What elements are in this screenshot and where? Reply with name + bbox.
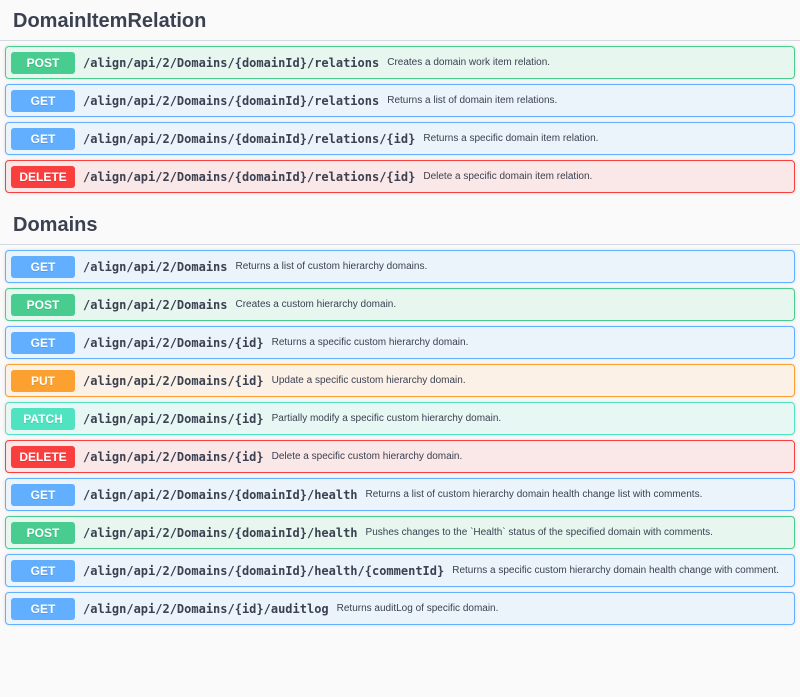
method-badge: POST — [11, 293, 75, 316]
method-badge: GET — [11, 127, 75, 150]
operation-row[interactable]: POST /align/api/2/Domains Creates a cust… — [5, 288, 795, 321]
operation-description: Pushes changes to the `Health` status of… — [365, 527, 713, 538]
operation-path: /align/api/2/Domains/{id} — [83, 373, 264, 388]
operation-row[interactable]: PUT /align/api/2/Domains/{id} Update a s… — [5, 364, 795, 397]
operation-path: /align/api/2/Domains/{domainId}/relation… — [83, 169, 416, 184]
operation-row[interactable]: GET /align/api/2/Domains Returns a list … — [5, 250, 795, 283]
method-badge: GET — [11, 331, 75, 354]
operation-row[interactable]: POST /align/api/2/Domains/{domainId}/hea… — [5, 516, 795, 549]
operation-path: /align/api/2/Domains/{domainId}/health — [83, 487, 358, 502]
operation-row[interactable]: GET /align/api/2/Domains/{domainId}/rela… — [5, 122, 795, 155]
operation-description: Creates a custom hierarchy domain. — [235, 299, 397, 310]
operation-path: /align/api/2/Domains/{domainId}/health — [83, 525, 358, 540]
operation-row[interactable]: GET /align/api/2/Domains/{domainId}/heal… — [5, 554, 795, 587]
operation-description: Delete a specific custom hierarchy domai… — [271, 451, 463, 462]
operation-row[interactable]: DELETE /align/api/2/Domains/{domainId}/r… — [5, 160, 795, 193]
method-badge: POST — [11, 51, 75, 74]
operation-row[interactable]: GET /align/api/2/Domains/{domainId}/heal… — [5, 478, 795, 511]
operation-path: /align/api/2/Domains — [83, 259, 228, 274]
method-badge: DELETE — [11, 445, 75, 468]
operation-description: Delete a specific domain item relation. — [423, 171, 593, 182]
operation-description: Returns a list of domain item relations. — [387, 95, 558, 106]
operation-description: Creates a domain work item relation. — [387, 57, 551, 68]
operation-path: /align/api/2/Domains/{id} — [83, 411, 264, 426]
operation-description: Update a specific custom hierarchy domai… — [271, 375, 466, 386]
operation-description: Returns auditLog of specific domain. — [336, 603, 499, 614]
operation-path: /align/api/2/Domains/{domainId}/relation… — [83, 131, 416, 146]
method-badge: POST — [11, 521, 75, 544]
operation-row[interactable]: GET /align/api/2/Domains/{domainId}/rela… — [5, 84, 795, 117]
operation-description: Returns a list of custom hierarchy domai… — [235, 261, 428, 272]
operation-path: /align/api/2/Domains/{domainId}/relation… — [83, 93, 380, 108]
section-header-domainitemrelation[interactable]: DomainItemRelation — [0, 3, 800, 41]
method-badge: DELETE — [11, 165, 75, 188]
operation-description: Returns a list of custom hierarchy domai… — [365, 489, 703, 500]
method-badge: PUT — [11, 369, 75, 392]
operation-path: /align/api/2/Domains — [83, 297, 228, 312]
operation-row[interactable]: GET /align/api/2/Domains/{id} Returns a … — [5, 326, 795, 359]
operation-description: Returns a specific custom hierarchy doma… — [271, 337, 469, 348]
method-badge: GET — [11, 597, 75, 620]
operation-description: Returns a specific domain item relation. — [423, 133, 599, 144]
operation-row[interactable]: GET /align/api/2/Domains/{id}/auditlog R… — [5, 592, 795, 625]
operation-path: /align/api/2/Domains/{id} — [83, 335, 264, 350]
operation-path: /align/api/2/Domains/{id} — [83, 449, 264, 464]
method-badge: GET — [11, 89, 75, 112]
operation-row[interactable]: DELETE /align/api/2/Domains/{id} Delete … — [5, 440, 795, 473]
method-badge: PATCH — [11, 407, 75, 430]
operation-row[interactable]: PATCH /align/api/2/Domains/{id} Partiall… — [5, 402, 795, 435]
operation-path: /align/api/2/Domains/{domainId}/health/{… — [83, 563, 445, 578]
method-badge: GET — [11, 255, 75, 278]
section-header-domains[interactable]: Domains — [0, 207, 800, 245]
operation-path: /align/api/2/Domains/{id}/auditlog — [83, 601, 329, 616]
operation-path: /align/api/2/Domains/{domainId}/relation… — [83, 55, 380, 70]
operation-description: Returns a specific custom hierarchy doma… — [452, 565, 780, 576]
operation-row[interactable]: POST /align/api/2/Domains/{domainId}/rel… — [5, 46, 795, 79]
method-badge: GET — [11, 483, 75, 506]
operation-description: Partially modify a specific custom hiera… — [271, 413, 502, 424]
method-badge: GET — [11, 559, 75, 582]
